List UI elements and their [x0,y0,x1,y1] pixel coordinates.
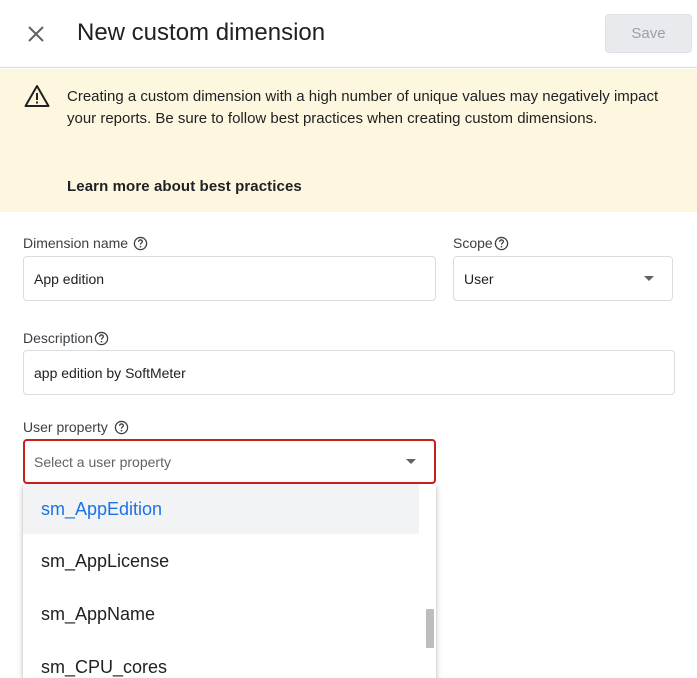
warning-icon [24,85,50,107]
help-icon[interactable] [133,236,148,251]
scrollbar-thumb[interactable] [426,609,434,648]
description-value: app edition by SoftMeter [34,364,186,381]
help-icon[interactable] [494,236,509,251]
dropdown-option[interactable]: sm_AppName [23,589,419,639]
custom-dimension-page: New custom dimension Save Creating a cus… [0,0,697,678]
dropdown-option[interactable]: sm_CPU_cores [23,642,419,678]
description-label: Description [23,329,109,347]
user-property-dropdown: sm_AppEdition sm_AppLicense sm_AppName s… [23,484,436,678]
user-property-select[interactable]: Select a user property [23,439,436,484]
warning-banner: Creating a custom dimension with a high … [0,69,697,212]
dropdown-option[interactable]: sm_AppLicense [23,536,419,586]
user-property-label: User property [23,418,129,436]
best-practices-link[interactable]: Learn more about best practices [67,176,302,198]
dimension-name-label: Dimension name [23,234,148,252]
scope-label-text: Scope [453,235,493,251]
banner-message: Creating a custom dimension with a high … [67,88,659,127]
dimension-name-value: App edition [34,270,105,287]
help-icon[interactable] [94,331,109,346]
page-title: New custom dimension [77,19,326,46]
close-button[interactable] [22,20,50,48]
description-input[interactable]: app edition by SoftMeter [23,350,675,395]
user-property-placeholder: Select a user property [34,453,171,470]
chevron-down-icon [406,458,416,464]
dimension-name-label-text: Dimension name [23,235,129,251]
dimension-name-input[interactable]: App edition [23,256,436,301]
scope-value: User [464,270,494,287]
scope-label: Scope [453,234,509,252]
dropdown-option[interactable]: sm_AppEdition [23,484,419,534]
chevron-down-icon [644,275,654,281]
save-button[interactable]: Save [605,14,692,53]
description-label-text: Description [23,330,94,346]
header: New custom dimension Save [0,0,697,68]
scope-select[interactable]: User [453,256,673,301]
user-property-label-text: User property [23,419,108,435]
help-icon[interactable] [114,420,129,435]
dropdown-scrollbar[interactable] [424,484,436,678]
close-icon [28,26,44,42]
